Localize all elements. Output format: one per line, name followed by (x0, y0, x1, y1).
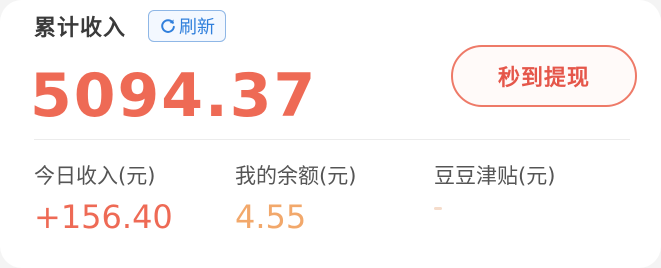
instant-withdraw-button[interactable]: 秒到提现 (451, 45, 637, 107)
income-card: 累计收入 刷新 5094.37 秒到提现 今日收入(元) +156.40 我的余… (0, 0, 661, 268)
income-header: 累计收入 刷新 (34, 10, 227, 42)
total-income-amount: 5094.37 (30, 61, 318, 131)
income-title: 累计收入 (34, 16, 127, 41)
subsidy-value-placeholder (434, 207, 442, 210)
today-income-label: 今日收入(元) (34, 164, 156, 188)
divider (34, 139, 630, 140)
today-income-value: +156.40 (34, 198, 173, 236)
refresh-icon (159, 17, 177, 35)
balance-value: 4.55 (235, 198, 307, 236)
refresh-button[interactable]: 刷新 (148, 10, 227, 42)
subsidy-label: 豆豆津贴(元) (434, 164, 556, 188)
balance-label: 我的余额(元) (235, 164, 357, 188)
balance-stat[interactable]: 我的余额(元) 4.55 (235, 162, 356, 236)
today-income-stat: 今日收入(元) +156.40 (34, 162, 173, 236)
subsidy-stat[interactable]: 豆豆津贴(元) (434, 162, 555, 198)
refresh-label: 刷新 (179, 17, 216, 38)
